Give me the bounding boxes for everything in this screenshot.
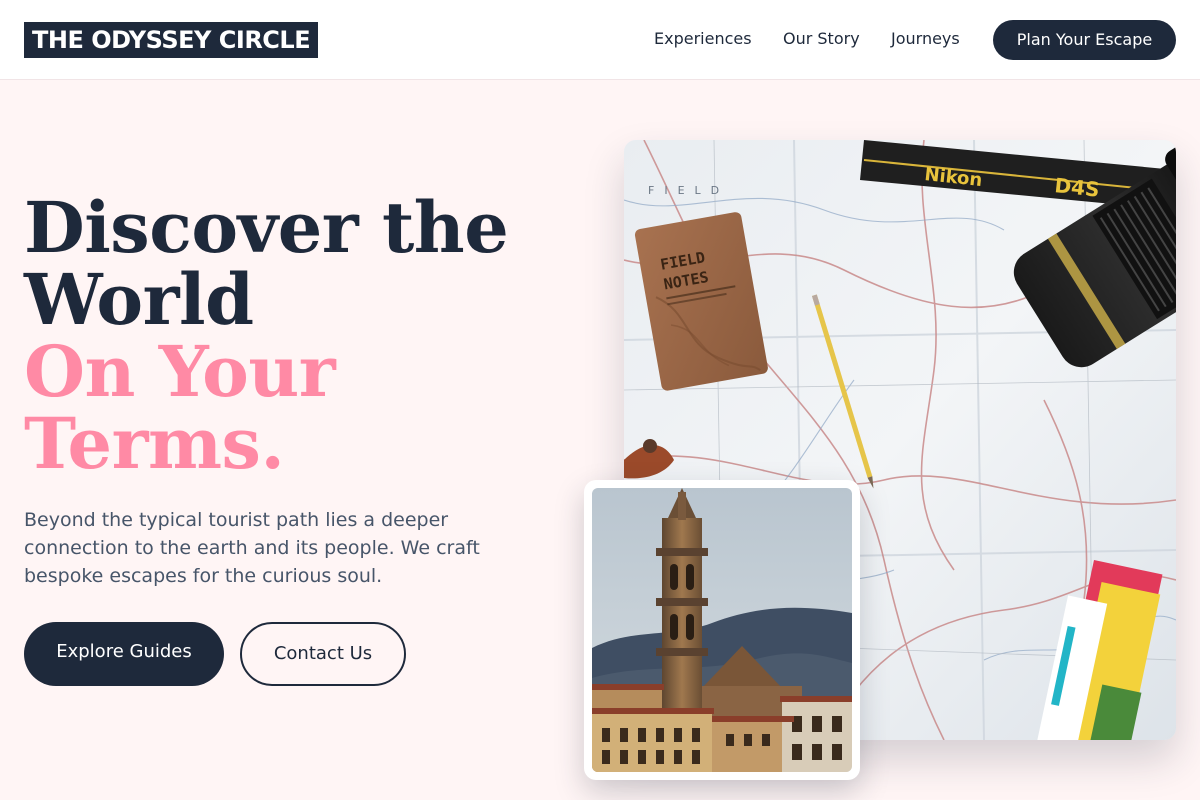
brand-logo[interactable]: THE ODYSSEY CIRCLE <box>24 22 319 58</box>
hero-headline: Discover the World On Your Terms. <box>24 192 584 480</box>
headline-line-2: World <box>24 258 254 341</box>
hero-description: Beyond the typical tourist path lies a d… <box>24 509 480 587</box>
site-header: THE ODYSSEY CIRCLE Experiences Our Story… <box>0 0 1200 80</box>
explore-guides-button[interactable]: Explore Guides <box>24 622 224 686</box>
svg-text:FIELD: FIELD <box>648 184 729 197</box>
city-illustration <box>592 488 852 772</box>
strap-label-d4s: D4S <box>1053 173 1100 202</box>
contact-us-button[interactable]: Contact Us <box>240 622 406 686</box>
nav-link-our-story[interactable]: Our Story <box>783 29 860 49</box>
plan-escape-button[interactable]: Plan Your Escape <box>993 20 1176 60</box>
headline-accent-line-2: Terms. <box>24 402 285 485</box>
nav-link-journeys[interactable]: Journeys <box>891 29 960 49</box>
headline-accent-line-1: On Your <box>24 330 336 413</box>
nav-link-experiences[interactable]: Experiences <box>654 29 752 49</box>
city-photo <box>592 488 852 772</box>
headline-line-1: Discover the <box>24 186 509 269</box>
city-photo-card <box>584 480 860 780</box>
